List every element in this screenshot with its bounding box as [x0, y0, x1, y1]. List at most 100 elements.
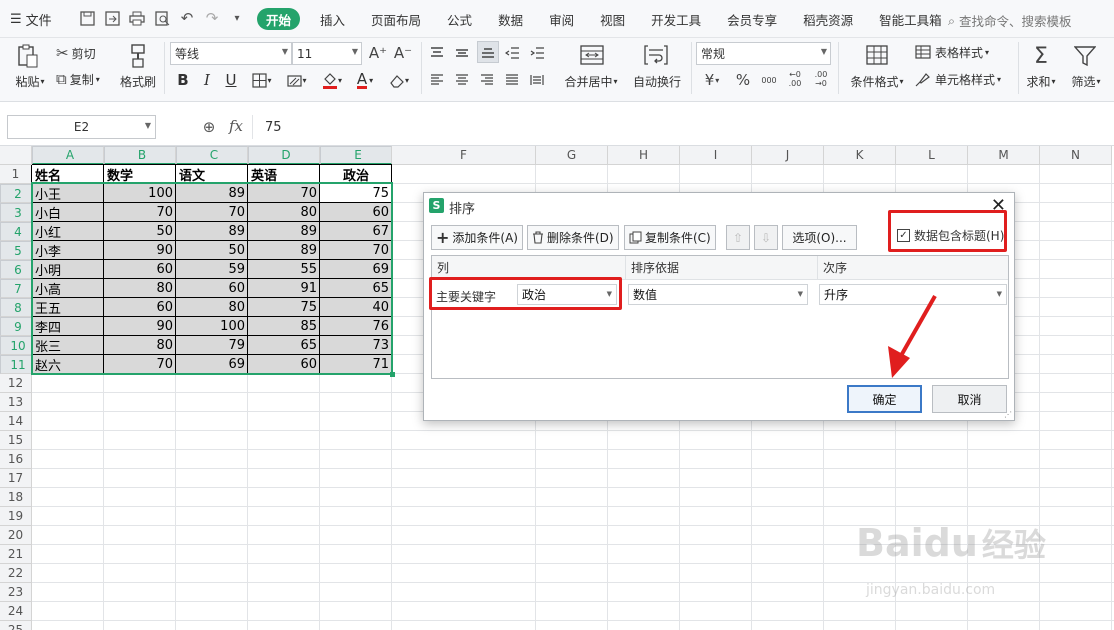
zoom-formula-icon[interactable]: ⊕ [200, 117, 218, 137]
move-up-icon[interactable]: ⇧ [726, 225, 750, 250]
filter-icon[interactable] [1072, 42, 1098, 70]
insert-function-icon[interactable]: fx [226, 116, 246, 136]
options-button[interactable]: 选项(O)... [782, 225, 857, 250]
row-header-19[interactable]: 19 [0, 507, 32, 526]
row-header-15[interactable]: 15 [0, 431, 32, 450]
column-header-a[interactable]: A [32, 146, 104, 165]
conditional-format-button[interactable]: 条件格式 ▾ [846, 72, 908, 90]
row-header-16[interactable]: 16 [0, 450, 32, 469]
conditional-format-icon[interactable] [863, 42, 891, 68]
column-header-j[interactable]: J [752, 146, 824, 165]
wrap-text-icon[interactable] [641, 42, 671, 68]
row-header-3[interactable]: 3 [0, 203, 32, 222]
column-header-i[interactable]: I [680, 146, 752, 165]
align-middle-icon[interactable] [453, 43, 471, 63]
sum-button[interactable]: 求和 ▾ [1022, 72, 1060, 90]
row-header-18[interactable]: 18 [0, 488, 32, 507]
decimal-increase-icon[interactable]: ←0 .00 [784, 67, 806, 91]
tab-smart-tools[interactable]: 智能工具箱 [879, 0, 942, 38]
thousands-icon[interactable]: 000 [758, 69, 780, 91]
column-header-h[interactable]: H [608, 146, 680, 165]
fill-handle[interactable] [390, 372, 395, 377]
column-header-b[interactable]: B [104, 146, 176, 165]
row-header-24[interactable]: 24 [0, 602, 32, 621]
clear-button[interactable]: ▾ [385, 70, 413, 90]
tab-page-layout[interactable]: 页面布局 [371, 0, 421, 38]
table-style-button[interactable]: 表格样式 ▾ [915, 43, 989, 61]
column-header-n[interactable]: N [1040, 146, 1112, 165]
row-header-7[interactable]: 7 [0, 279, 32, 298]
row-header-2[interactable]: 2 [0, 184, 32, 203]
column-header-g[interactable]: G [536, 146, 608, 165]
print-preview-icon[interactable] [152, 8, 172, 28]
select-all-corner[interactable] [0, 146, 32, 165]
column-header-e[interactable]: E [320, 146, 392, 165]
decimal-decrease-icon[interactable]: .00 →0 [810, 67, 832, 91]
export-icon[interactable] [102, 8, 122, 28]
add-condition-button[interactable]: + 添加条件(A) [431, 225, 523, 250]
print-icon[interactable] [127, 8, 147, 28]
format-painter-label[interactable]: 格式刷 [117, 72, 159, 90]
paste-icon[interactable] [14, 42, 42, 70]
row-header-1[interactable]: 1 [0, 165, 32, 184]
tab-docer[interactable]: 稻壳资源 [803, 0, 853, 38]
command-search[interactable]: ⌕ 查找命令、搜索模板 [948, 11, 1072, 30]
decrease-indent-icon[interactable] [503, 43, 521, 63]
row-header-6[interactable]: 6 [0, 260, 32, 279]
merge-center-button[interactable]: 合并居中 ▾ [560, 72, 622, 90]
justify-icon[interactable] [503, 70, 521, 90]
percent-icon[interactable]: % [733, 70, 753, 90]
number-format-select[interactable]: 常规 ▼ [696, 42, 831, 65]
row-header-13[interactable]: 13 [0, 393, 32, 412]
row-header-5[interactable]: 5 [0, 241, 32, 260]
cell-style-button[interactable]: 单元格样式 ▾ [915, 70, 1001, 88]
align-right-icon[interactable] [478, 70, 496, 90]
distribute-icon[interactable] [528, 70, 546, 90]
undo-icon[interactable]: ↶ [177, 8, 197, 28]
redo-icon[interactable]: ↷ [202, 8, 222, 28]
file-menu[interactable]: ☰ 文件 [10, 10, 52, 29]
increase-indent-icon[interactable] [528, 43, 546, 63]
tab-insert[interactable]: 插入 [320, 0, 345, 38]
row-header-10[interactable]: 10 [0, 336, 32, 355]
row-header-22[interactable]: 22 [0, 564, 32, 583]
save-icon[interactable] [77, 8, 97, 28]
increase-font-icon[interactable]: A⁺ [368, 43, 388, 63]
align-left-icon[interactable] [428, 70, 446, 90]
italic-button[interactable]: I [198, 70, 216, 90]
tab-data[interactable]: 数据 [498, 0, 523, 38]
copy-button[interactable]: ⧉ 复制 ▾ [56, 70, 100, 88]
underline-button[interactable]: U [222, 70, 240, 90]
delete-condition-button[interactable]: 删除条件(D) [527, 225, 619, 250]
formula-input[interactable]: 75 [252, 115, 1110, 139]
merge-center-icon[interactable] [577, 42, 607, 68]
move-down-icon[interactable]: ⇩ [754, 225, 778, 250]
column-header-l[interactable]: L [896, 146, 968, 165]
quick-access-more-icon[interactable]: ▾ [227, 8, 247, 28]
row-header-8[interactable]: 8 [0, 298, 32, 317]
cut-button[interactable]: ✂ 剪切 [56, 44, 96, 62]
font-name-select[interactable]: 等线 ▼ [170, 42, 292, 65]
tab-member[interactable]: 会员专享 [727, 0, 777, 38]
align-bottom-icon[interactable] [477, 41, 499, 63]
column-header-k[interactable]: K [824, 146, 896, 165]
resize-grip-icon[interactable]: ⋰ [1004, 410, 1012, 419]
row-header-17[interactable]: 17 [0, 469, 32, 488]
border-button[interactable]: ▾ [248, 70, 276, 90]
column-header-c[interactable]: C [176, 146, 248, 165]
paste-button[interactable]: 粘贴 ▾ [10, 72, 50, 90]
wrap-text-label[interactable]: 自动换行 [628, 72, 686, 90]
tab-view[interactable]: 视图 [600, 0, 625, 38]
font-color-button[interactable]: A ▾ [352, 70, 378, 90]
tab-home[interactable]: 开始 [257, 8, 301, 30]
row-header-11[interactable]: 11 [0, 355, 32, 374]
ok-button[interactable]: 确定 [847, 385, 922, 413]
column-header-d[interactable]: D [248, 146, 320, 165]
row-header-9[interactable]: 9 [0, 317, 32, 336]
name-box[interactable]: E2 ▼ [7, 115, 156, 139]
filter-button[interactable]: 筛选 ▾ [1066, 72, 1106, 90]
cancel-button[interactable]: 取消 [932, 385, 1007, 413]
bold-button[interactable]: B [174, 70, 192, 90]
copy-condition-button[interactable]: 复制条件(C) [624, 225, 716, 250]
currency-button[interactable]: ¥ ▾ [700, 70, 724, 90]
